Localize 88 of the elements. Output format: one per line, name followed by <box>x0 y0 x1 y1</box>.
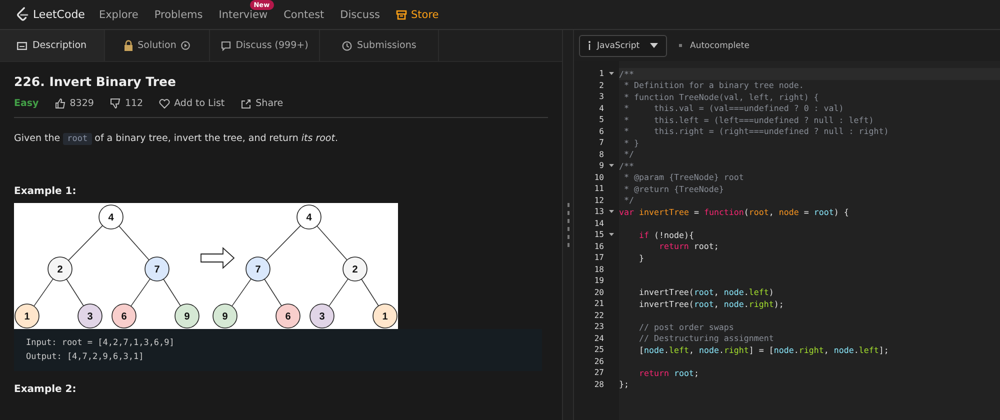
line-number: 16 <box>593 242 604 251</box>
line-number: 9 <box>598 161 604 170</box>
nav-link[interactable]: Problems <box>154 8 203 20</box>
node-value: 9 <box>184 312 190 322</box>
line-number: 18 <box>593 264 604 274</box>
node-value: 6 <box>285 312 291 322</box>
line-number: 15 <box>593 230 604 240</box>
line-number: 27 <box>593 368 604 378</box>
line-number: 8 <box>598 150 604 159</box>
line-number: 17 <box>593 253 604 262</box>
line-number: 14 <box>593 218 604 228</box>
nav-link[interactable]: Contest <box>284 8 324 20</box>
line-number: 22 <box>593 310 604 320</box>
code-text: * } <box>622 138 639 148</box>
code-text: invertTree(root, node.right); <box>638 298 784 309</box>
node-value: 1 <box>382 312 388 322</box>
line-number: 21 <box>593 299 604 308</box>
code-text: invertTree(root, node.left) <box>638 287 774 298</box>
code-text: * @return {TreeNode} <box>622 184 724 194</box>
code-text: var invertTree = function(root, node = root) { <box>619 206 849 217</box>
tab[interactable]: Discuss (999+) <box>210 30 320 61</box>
code-text: [node.left, node.right] = [node.right, node.left]; <box>638 344 889 355</box>
node-value: 2 <box>352 264 358 276</box>
dislike-button[interactable]: 112 <box>110 98 144 109</box>
line-number: 26 <box>593 356 604 366</box>
line-number: 10 <box>593 172 604 182</box>
code-text: if (!node){ <box>638 230 694 240</box>
node-value: 9 <box>222 312 228 322</box>
line-number: 12 <box>593 196 604 205</box>
difficulty-label: Easy <box>14 98 39 109</box>
line-number: 2 <box>598 80 604 90</box>
node-value: 1 <box>24 312 30 322</box>
tab[interactable]: Solution <box>105 30 210 61</box>
code-text: return root; <box>658 241 719 252</box>
code-text: * function TreeNode(val, left, right) { <box>622 92 819 102</box>
problem-title: 226. Invert Binary Tree <box>14 74 177 89</box>
code-text: }; <box>619 379 629 390</box>
like-button[interactable]: 8329 <box>54 98 94 109</box>
line-number: 23 <box>593 322 604 332</box>
nav-link[interactable]: Discuss <box>340 8 380 20</box>
code-text: } <box>638 252 644 263</box>
example-code-block: Input: root = [4,2,7,1,3,6,9] Output: [4,7,2,9,6,3,1] <box>14 329 542 371</box>
node-value: 3 <box>87 312 93 322</box>
node-value: 4 <box>306 212 312 224</box>
code-text: */ <box>622 149 634 160</box>
code-text: // post order swaps <box>638 322 734 332</box>
code-text: // Destructuring assignment <box>638 333 774 344</box>
line-number: 20 <box>593 288 604 297</box>
code-text: */ <box>622 195 634 206</box>
example-heading: Example 1: <box>14 186 78 197</box>
line-number: 6 <box>598 126 604 136</box>
line-number: 11 <box>593 184 604 194</box>
code-text: * this.val = (val===undefined ? 0 : val) <box>622 103 844 114</box>
tab[interactable]: Description <box>0 30 105 61</box>
code-text: return root; <box>638 368 699 378</box>
code-text: * @param {TreeNode} root <box>622 172 744 182</box>
share-button[interactable]: Share <box>240 98 284 109</box>
node-value: 6 <box>121 312 127 322</box>
code-text: * this.left = (left===undefined ? null : left) <box>622 114 874 125</box>
nav-link[interactable]: Explore <box>98 8 138 20</box>
code-text: /** <box>619 68 634 79</box>
node-value: 3 <box>319 312 325 322</box>
code-text: /** <box>619 160 634 171</box>
line-number: 25 <box>593 345 604 354</box>
code-text: * this.right = (right===undefined ? null : right) <box>622 126 889 136</box>
node-value: 7 <box>154 264 160 276</box>
tab[interactable]: Submissions <box>320 30 440 61</box>
node-value: 2 <box>57 264 63 276</box>
line-number: 28 <box>593 380 604 389</box>
problem-description: Given the root of a binary tree, invert the tree, and return its root. <box>14 132 339 146</box>
line-number: 13 <box>593 207 604 216</box>
nav-link[interactable]: Store <box>396 8 439 20</box>
line-number: 4 <box>598 104 604 113</box>
add-to-list-button[interactable]: Add to List <box>159 98 225 109</box>
line-number: 3 <box>598 92 604 102</box>
example-heading: Example 2: <box>14 384 78 395</box>
line-number: 24 <box>593 334 604 343</box>
brand-name[interactable]: LeetCode <box>33 8 85 21</box>
line-number: 1 <box>598 69 604 78</box>
autocomplete-toggle[interactable]: Autocomplete <box>679 40 750 50</box>
line-number: 5 <box>598 115 604 124</box>
code-text: * Definition for a binary tree node. <box>622 80 804 90</box>
node-value: 4 <box>108 212 114 224</box>
language-dropdown[interactable]: JavaScript <box>579 34 667 56</box>
line-number: 19 <box>593 276 604 286</box>
line-number: 7 <box>598 138 604 148</box>
node-value: 7 <box>255 264 261 276</box>
nav-link[interactable]: Interview <box>218 8 268 20</box>
